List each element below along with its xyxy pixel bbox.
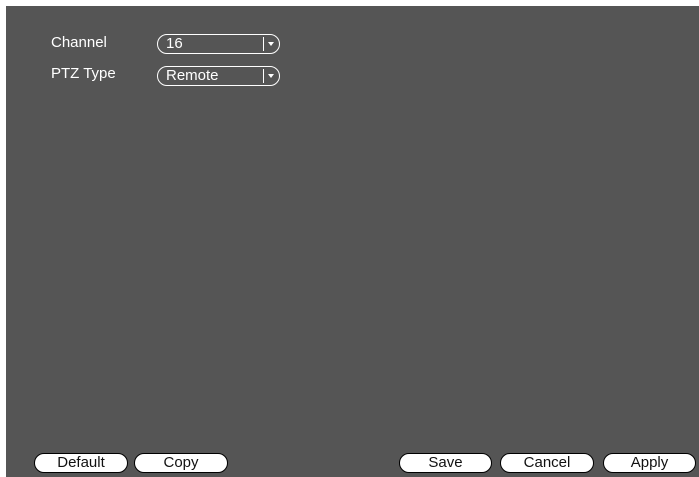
ptz-type-label: PTZ Type	[51, 65, 116, 82]
ptz-settings-panel: Channel 16 PTZ Type Remote Default Copy …	[6, 6, 699, 477]
channel-label: Channel	[51, 34, 107, 51]
apply-button-label: Apply	[630, 454, 669, 471]
cancel-button-label: Cancel	[523, 454, 571, 471]
chevron-down-icon[interactable]	[268, 74, 274, 78]
save-button[interactable]: Save	[399, 453, 492, 473]
copy-button[interactable]: Copy	[134, 453, 228, 473]
ptz-type-select-divider	[263, 69, 264, 83]
default-button-label: Default	[57, 454, 105, 471]
ptz-type-select[interactable]: Remote	[157, 66, 280, 86]
cancel-button[interactable]: Cancel	[500, 453, 594, 473]
copy-button-label: Copy	[163, 454, 199, 471]
default-button[interactable]: Default	[34, 453, 128, 473]
channel-select-divider	[263, 37, 264, 51]
channel-select-value: 16	[166, 35, 183, 52]
save-button-label: Save	[428, 454, 463, 471]
apply-button[interactable]: Apply	[603, 453, 696, 473]
channel-select[interactable]: 16	[157, 34, 280, 54]
ptz-type-select-value: Remote	[166, 67, 219, 84]
chevron-down-icon[interactable]	[268, 42, 274, 46]
